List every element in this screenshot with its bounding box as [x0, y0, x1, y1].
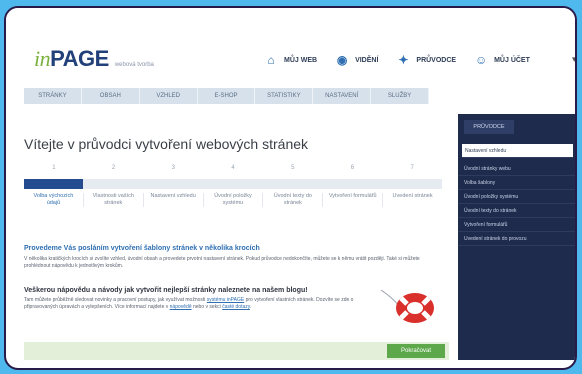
nav-wizard[interactable]: ✦ PRŮVODCE [396, 53, 457, 67]
tab-content[interactable]: Obsah [82, 88, 140, 104]
sidebar-heading: Průvodce [464, 120, 514, 134]
sidebar-item-system-items[interactable]: Úvodní položky systému [458, 190, 575, 204]
step-label[interactable]: Vytvoření formulářů [323, 193, 384, 207]
chevron-down-icon[interactable]: ▾ [572, 54, 575, 65]
wizard-steps: 1 2 3 4 5 6 7 Volba výchozích údajů Vlas… [24, 162, 442, 207]
step-label[interactable]: Uvedení stránek [383, 193, 442, 207]
blog-link-system[interactable]: systému inPAGE [207, 297, 244, 303]
step-number: 5 [291, 165, 295, 171]
step-number: 6 [350, 165, 355, 171]
intro-heading: Provedeme Vás posláním vytvoření šablony… [24, 245, 260, 252]
app-window: inPAGE webová tvorba ⌂ MŮJ WEB ◉ VIDĚNÍ ✦… [4, 6, 577, 370]
tab-bar: Stránky Obsah Vzhled E-shop Statistiky N… [24, 88, 430, 104]
intro-text: V několika kratičkých krocích si zvolíte… [24, 256, 420, 269]
tab-statistics[interactable]: Statistiky [255, 88, 314, 104]
step-label[interactable]: Úvodní položky systému [204, 193, 264, 207]
step-label[interactable]: Vlastnosti vaších stránek [84, 193, 144, 207]
sidebar-item-launch[interactable]: Uvedení stránek do provozu [458, 232, 575, 246]
sidebar-item-intro-pages[interactable]: Úvodní stránky webu [458, 162, 575, 176]
step-label[interactable]: Nastavení vzhledu [144, 193, 204, 207]
sidebar: Průvodce Nastavení vzhledu Úvodní stránk… [458, 114, 575, 360]
sidebar-item-appearance[interactable]: Nastavení vzhledu [462, 144, 573, 158]
top-nav: ⌂ MŮJ WEB ◉ VIDĚNÍ ✦ PRŮVODCE ☺ MŮJ ÚČET… [264, 53, 575, 67]
step-number: 2 [111, 165, 116, 171]
nav-account[interactable]: ☺ MŮJ ÚČET [474, 53, 530, 67]
step-label[interactable]: Volba výchozích údajů [24, 193, 84, 207]
blog-text-part: Tam můžete průběžně sledovat novinky a p… [24, 297, 207, 303]
logo-subtitle: webová tvorba [114, 62, 154, 68]
tab-settings[interactable]: Nastavení [313, 88, 372, 104]
nav-account-label: MŮJ ÚČET [494, 56, 530, 64]
logo[interactable]: inPAGE webová tvorba [34, 46, 154, 72]
tab-services[interactable]: Služby [371, 88, 430, 104]
wand-icon: ✦ [398, 53, 409, 67]
eye-icon: ◉ [336, 53, 348, 67]
sidebar-item-intro-texts[interactable]: Úvodní texty do stránek [458, 204, 575, 218]
tab-pages[interactable]: Stránky [24, 88, 82, 104]
nav-wizard-label: PRŮVODCE [416, 56, 457, 64]
step-number: 3 [171, 165, 175, 171]
nav-my-web[interactable]: ⌂ MŮJ WEB [264, 53, 318, 67]
nav-my-web-label: MŮJ WEB [284, 56, 318, 64]
action-bar: Pokračovat [24, 342, 449, 360]
tab-eshop[interactable]: E-shop [198, 88, 256, 104]
logo-main: PAGE [50, 46, 109, 71]
user-icon: ☺ [474, 53, 488, 67]
blog-text-part: . [249, 304, 252, 310]
sidebar-item-template[interactable]: Volba šablony [458, 176, 575, 190]
logo-prefix: in [34, 46, 51, 71]
nav-view[interactable]: ◉ VIDĚNÍ [335, 53, 379, 67]
step-label[interactable]: Úvodní texty do stránek [263, 193, 324, 207]
continue-button[interactable]: Pokračovat [387, 344, 445, 358]
home-icon: ⌂ [267, 53, 275, 67]
lifebuoy-icon [380, 289, 434, 323]
tab-appearance[interactable]: Vzhled [140, 88, 198, 104]
sidebar-list: Nastavení vzhledu Úvodní stránky webu Vo… [458, 144, 575, 246]
blog-link-faq[interactable]: časté dotazy [222, 304, 250, 310]
blog-heading: Veškerou nápovědu a návody jak vytvořit … [24, 287, 308, 294]
step-number: 7 [410, 165, 414, 171]
nav-view-label: VIDĚNÍ [355, 56, 379, 64]
step-number: 4 [231, 165, 235, 171]
step-numbers: 1 2 3 4 5 6 7 [24, 162, 442, 174]
step-labels: Volba výchozích údajů Vlastnosti vaších … [24, 193, 442, 207]
main-content: Vítejte v průvodci vytvoření webových st… [24, 114, 449, 358]
blog-link-help[interactable]: nápovědě [170, 304, 192, 310]
blog-text: Tam můžete průběžně sledovat novinky a p… [24, 297, 354, 311]
page-title: Vítejte v průvodci vytvoření webových st… [24, 136, 309, 152]
header: inPAGE webová tvorba ⌂ MŮJ WEB ◉ VIDĚNÍ ✦… [6, 8, 575, 84]
progress-bar [24, 179, 442, 189]
step-number: 1 [52, 165, 56, 171]
blog-text-part: nebo v sekci [191, 304, 223, 310]
progress-fill [24, 179, 83, 189]
sidebar-item-forms[interactable]: Vytvoření formulářů [458, 218, 575, 232]
